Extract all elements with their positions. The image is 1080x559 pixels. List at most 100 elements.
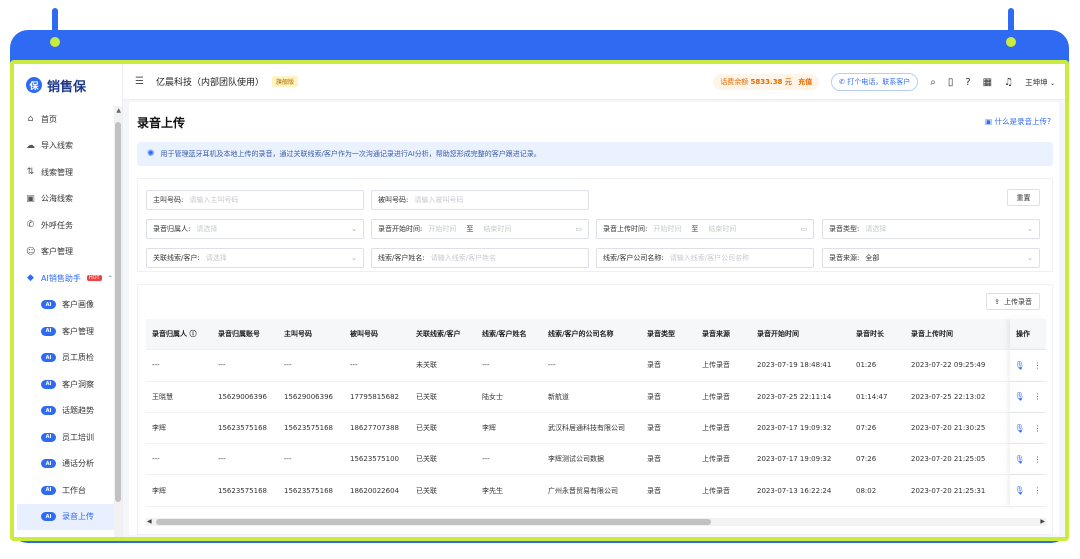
- table-row[interactable]: 王晓慧 15629006396 15629006396 17795815682 …: [146, 381, 1046, 413]
- call-customer-button[interactable]: ✆ 打个电话，联系客户: [831, 73, 919, 91]
- help-circle-icon[interactable]: ⓘ: [189, 330, 196, 338]
- page-title: 录音上传: [137, 116, 186, 130]
- source-select[interactable]: 录音来源: 全部 ⌄: [822, 248, 1040, 268]
- more-vertical-icon[interactable]: ⋮: [1034, 361, 1042, 370]
- microphone-icon[interactable]: 🎙: [1014, 392, 1024, 401]
- binder-pin-dot-left: [47, 34, 63, 50]
- bell-icon[interactable]: ♫: [1004, 77, 1013, 88]
- top-bar-actions: 话费余额 5833.38 元 充值 ✆ 打个电话，联系客户 ⌕ ▯ ? ▦ ♫ …: [713, 64, 1055, 100]
- notice-text: 用于管理蓝牙耳机及本地上传的录音，通过关联线索/客户作为一次沟通记录进行AI分析…: [160, 150, 541, 158]
- sidebar-subitem-recording-upload[interactable]: AI 录音上传: [17, 503, 122, 530]
- table-row[interactable]: 李辉 15623575168 15623575168 18627707388 已…: [146, 412, 1046, 445]
- page-content: 录音上传 ▣ 什么是录音上传? ✺ 用于管理蓝牙耳机及本地上传的录音，通过关联线…: [129, 102, 1059, 535]
- table-row[interactable]: --- --- --- 15623575100 已关联 --- 李辉测试公司数据…: [146, 444, 1046, 476]
- calculator-icon[interactable]: ▦: [983, 77, 992, 88]
- table-horizontal-scrollbar[interactable]: ◀ ▶: [146, 518, 1046, 526]
- more-vertical-icon[interactable]: ⋮: [1034, 455, 1042, 464]
- cell-name: 李先生: [482, 486, 503, 495]
- sidebar-subitem-customer-management[interactable]: AI 客户管理: [14, 318, 122, 345]
- cell-name: ---: [482, 361, 490, 370]
- sidebar-item-lead-management[interactable]: ⇅ 线索管理: [14, 159, 122, 186]
- cell-linked: 已关联: [416, 486, 437, 495]
- microphone-icon[interactable]: 🎙: [1014, 424, 1024, 433]
- cell-start-time: 2023-07-17 19:09:32: [757, 424, 832, 433]
- call-button-label: 打个电话，联系客户: [847, 78, 911, 86]
- company-name-field[interactable]: 线索/客户公司名称: 请输入线索/客户公司名称: [596, 248, 814, 268]
- sidebar-subitem-topic-trends[interactable]: AI 话题趋势: [14, 398, 122, 425]
- search-icon[interactable]: ⌕: [930, 77, 936, 88]
- field-placeholder: 请输入线索/客户公司名称: [669, 254, 750, 262]
- sidebar-subitem-staff-qa[interactable]: AI 员工质检: [14, 345, 122, 372]
- sidebar-subitem-staff-training[interactable]: AI 员工培训: [14, 424, 122, 451]
- sidebar-item-public-leads[interactable]: ▣ 公海线索: [14, 186, 122, 213]
- microphone-icon[interactable]: 🎙: [1014, 455, 1024, 464]
- menu-collapse-icon[interactable]: ☰: [135, 76, 144, 87]
- linked-select[interactable]: 关联线索/客户: 请选择 ⌄: [146, 248, 364, 268]
- sidebar-item-customer-management[interactable]: ☺ 客户管理: [14, 239, 122, 266]
- recharge-link[interactable]: 充值: [798, 78, 812, 86]
- sidebar-item-home[interactable]: ⌂ 首页: [14, 106, 122, 133]
- caller-number-field[interactable]: 主叫号码: 请输入主叫号码: [146, 190, 364, 210]
- binder-pin-dot-right: [1003, 34, 1019, 50]
- upload-recording-button[interactable]: ⇪ 上传录音: [986, 293, 1040, 310]
- cell-caller: 15623575168: [284, 486, 333, 495]
- sidebar-subitem-call-analysis[interactable]: AI 通话分析: [14, 451, 122, 478]
- cell-company: 广州永晋贸易有限公司: [548, 486, 618, 495]
- column-header: 被叫号码: [350, 330, 378, 339]
- main-area: ☰ 亿晨科技（内部团队使用） 旗舰版 话费余额 5833.38 元 充值 ✆ 打…: [123, 64, 1065, 537]
- ai-badge-icon: AI: [41, 485, 56, 495]
- sidebar-subitem-workbench[interactable]: AI 工作台: [14, 477, 122, 504]
- table-row[interactable]: --- --- --- --- 未关联 --- --- 录音 上传录音 2023…: [146, 350, 1046, 382]
- cell-source: 上传录音: [702, 455, 730, 464]
- sidebar-item-outbound-tasks[interactable]: ✆ 外呼任务: [14, 212, 122, 239]
- more-vertical-icon[interactable]: ⋮: [1034, 486, 1042, 495]
- reset-button[interactable]: 重置: [1007, 189, 1040, 206]
- scroll-left-arrow-icon[interactable]: ◀: [147, 518, 152, 525]
- ai-logo-icon: ◆: [27, 273, 34, 284]
- scroll-up-arrow-icon[interactable]: ▲: [116, 107, 121, 114]
- cell-account: 15623575168: [218, 486, 267, 495]
- user-menu[interactable]: 王坤坤 ⌄: [1025, 77, 1055, 88]
- sidebar-item-import-leads[interactable]: ☁ 导入线索: [14, 133, 122, 160]
- callee-number-field[interactable]: 被叫号码: 请输入被叫号码: [371, 190, 589, 210]
- book-icon[interactable]: ▯: [948, 77, 954, 88]
- brand-logo-icon: 保: [26, 77, 42, 93]
- sidebar-group-ai-assistant[interactable]: ◆ AI销售助手 HOT ⌃: [14, 265, 122, 292]
- range-separator: 至: [466, 225, 474, 233]
- company-name: 亿晨科技（内部团队使用）: [155, 78, 264, 88]
- table-scrollbar-thumb[interactable]: [156, 519, 711, 525]
- help-link[interactable]: ▣ 什么是录音上传?: [985, 116, 1051, 127]
- start-time-range[interactable]: 录音开始时间: 开始时间 至 结束时间 ▭: [371, 219, 589, 239]
- ai-badge-icon: AI: [41, 459, 56, 469]
- chevron-down-icon: ⌄: [1027, 254, 1033, 262]
- ai-badge-icon: AI: [41, 406, 56, 416]
- upload-icon: ⇪: [994, 297, 1000, 306]
- help-icon[interactable]: ?: [965, 77, 970, 88]
- brand[interactable]: 保 销售保: [14, 64, 122, 106]
- more-vertical-icon[interactable]: ⋮: [1034, 392, 1042, 401]
- customer-name-field[interactable]: 线索/客户姓名: 请输入线索/客户姓名: [371, 248, 589, 268]
- cell-owner: 李辉: [152, 424, 166, 433]
- cell-upload-time: 2023-07-22 09:25:49: [911, 361, 986, 370]
- microphone-icon[interactable]: 🎙: [1014, 361, 1024, 370]
- scroll-right-arrow-icon[interactable]: ▶: [1040, 518, 1045, 525]
- cell-company: 李辉测试公司数据: [548, 455, 604, 464]
- sidebar-subitem-customer-insight[interactable]: AI 客户洞察: [14, 371, 122, 398]
- column-header: 线索/客户姓名: [482, 330, 527, 339]
- owner-select[interactable]: 录音归属人: 请选择 ⌄: [146, 219, 364, 239]
- field-placeholder: 请输入线索/客户姓名: [430, 254, 497, 262]
- cell-owner: 王晓慧: [152, 392, 173, 401]
- type-select[interactable]: 录音类型: 请选择 ⌄: [822, 219, 1040, 239]
- upload-time-range[interactable]: 录音上传时间: 开始时间 至 结束时间 ▭: [596, 219, 814, 239]
- sidebar-subitem-customer-profile[interactable]: AI 客户画像: [14, 292, 122, 319]
- microphone-icon[interactable]: 🎙: [1014, 486, 1024, 495]
- sidebar-subitem-label: 通话分析: [62, 459, 94, 469]
- calendar-icon: ▭: [800, 225, 807, 233]
- cell-company: 武汉科居通科技有限公司: [548, 424, 625, 433]
- more-vertical-icon[interactable]: ⋮: [1034, 424, 1042, 433]
- cell-duration: 07:26: [856, 424, 877, 433]
- table-row[interactable]: 李辉 15623575168 15623575168 18620022604 已…: [146, 475, 1046, 507]
- row-actions: 🎙 ⋮: [1010, 381, 1046, 412]
- sidebar-scrollbar-thumb[interactable]: [115, 122, 121, 502]
- field-label: 主叫号码:: [153, 196, 184, 204]
